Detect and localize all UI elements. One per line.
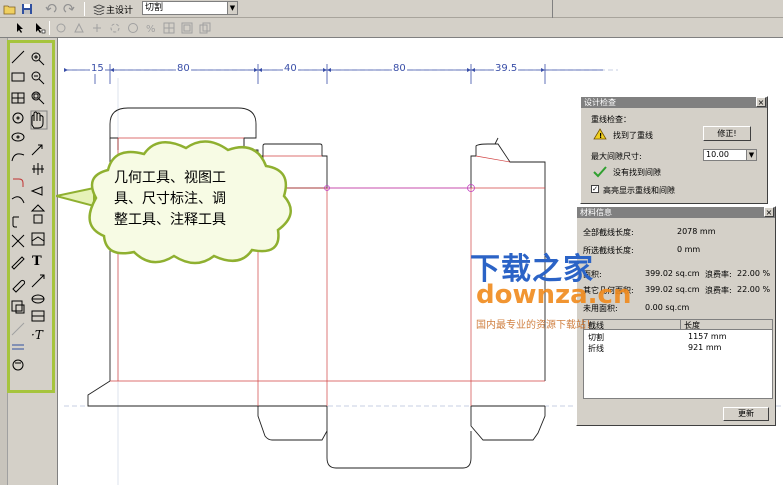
main-toolbar: 主设计 切割 ▼ <box>0 0 783 18</box>
svg-text:·T: ·T <box>31 328 44 342</box>
ungroup-icon[interactable] <box>72 21 86 35</box>
watermark-url-text: downza.cn <box>476 280 632 310</box>
checkmark-icon <box>593 166 607 178</box>
info-value: 399.02 sq.cm <box>645 285 700 294</box>
info-value: 0 mm <box>677 245 701 254</box>
watermark-slogan: 国内最专业的资源下载站！ <box>476 316 596 331</box>
update-button[interactable]: 更新 <box>723 407 769 421</box>
watermark-slogan-text: 国内最专业的资源下载站！ <box>476 320 596 331</box>
select-arrow-icon[interactable] <box>13 21 27 35</box>
info-value: 0.00 sq.cm <box>645 303 690 312</box>
overlap-status: 找到了重线 <box>613 131 653 140</box>
save-icon[interactable] <box>20 2 34 16</box>
close-icon[interactable]: × <box>756 97 766 107</box>
undo-icon[interactable] <box>44 2 58 16</box>
material-info-title: 材料信息 × <box>577 207 775 218</box>
svg-text:%: % <box>146 24 156 34</box>
rotate-icon[interactable] <box>108 21 122 35</box>
tool-palette: T ·T <box>7 40 55 393</box>
watermark-url: downza.cn <box>476 280 631 310</box>
close-icon[interactable]: × <box>764 207 774 217</box>
weld-icon[interactable] <box>90 21 104 35</box>
table-row[interactable]: 切割 1157 mm <box>584 332 772 342</box>
layer-select[interactable]: 切割 ▼ <box>142 1 238 15</box>
info-value: 22.00 % <box>737 285 771 294</box>
table-header: 截线 长度 <box>584 320 772 330</box>
chevron-down-icon: ▼ <box>746 150 756 160</box>
info-label: 全部截线长度: <box>583 228 634 237</box>
annotation-callout: 几何工具、视图工 具、尺寸标注、调 整工具、注释工具 <box>56 138 296 268</box>
frame-icon[interactable] <box>180 21 194 35</box>
design-check-title-text: 设计检查 <box>584 98 616 107</box>
dimension-label: 15 <box>90 63 105 74</box>
chevron-down-icon: ▼ <box>227 2 237 14</box>
edit-toolbar: % <box>0 18 783 38</box>
table-cell: 折线 <box>588 344 604 353</box>
grid-icon[interactable] <box>162 21 176 35</box>
max-gap-label: 最大间隙尺寸: <box>591 152 642 161</box>
max-gap-select[interactable]: 10.00 ▼ <box>703 149 757 161</box>
table-row[interactable]: 折线 921 mm <box>584 343 772 353</box>
material-info-title-text: 材料信息 <box>580 208 612 217</box>
dimension-label: 39.5 <box>494 63 519 74</box>
dimension-label: 80 <box>392 63 407 74</box>
callout-text-line: 整工具、注释工具 <box>114 212 226 228</box>
group-icon[interactable] <box>54 21 68 35</box>
gap-status: 没有找到间隙 <box>613 168 661 177</box>
info-value: 22.00 % <box>737 269 771 278</box>
svg-text:T: T <box>32 254 42 269</box>
table-cell: 切割 <box>588 333 604 342</box>
layer-select-value: 切割 <box>145 3 164 13</box>
column-header: 长度 <box>684 321 700 330</box>
copy-icon[interactable] <box>198 21 212 35</box>
redo-icon[interactable] <box>62 2 76 16</box>
info-label: 浪费率: <box>705 286 732 295</box>
tool-palette-icons: T ·T <box>11 50 48 371</box>
info-value: 2078 mm <box>677 227 716 236</box>
node-select-icon[interactable] <box>33 21 47 35</box>
circle-tool-icon[interactable] <box>126 21 140 35</box>
callout-text-line: 具、尺寸标注、调 <box>114 191 226 207</box>
highlight-checkbox[interactable]: ✓ <box>591 185 599 193</box>
dimension-label: 40 <box>283 63 298 74</box>
overlap-label: 重线检查： <box>591 115 631 124</box>
layers-icon[interactable] <box>92 2 106 16</box>
design-check-title: 设计检查 × <box>581 97 767 108</box>
info-value: 399.02 sq.cm <box>645 269 700 278</box>
line-length-table[interactable]: 截线 长度 切割 1157 mm 折线 921 mm <box>583 319 773 399</box>
svg-text:!: ! <box>599 132 602 140</box>
open-folder-icon[interactable] <box>3 2 17 16</box>
table-cell: 921 mm <box>688 343 722 352</box>
warning-icon: ! <box>593 128 607 140</box>
table-cell: 1157 mm <box>688 332 727 341</box>
highlight-checkbox-label: 高亮显示重线和间隙 <box>603 186 675 195</box>
design-check-panel: 设计检查 × 重线检查： ! 找到了重线 修正! 最大间隙尺寸: 10.00 ▼… <box>580 96 768 204</box>
material-info-panel: 材料信息 × 全部截线长度: 2078 mm 所选截线长度: 0 mm 面积: … <box>576 206 776 426</box>
callout-text-line: 几何工具、视图工 <box>114 170 226 186</box>
max-gap-value: 10.00 <box>706 150 729 159</box>
dimension-label: 80 <box>176 63 191 74</box>
fix-button[interactable]: 修正! <box>703 126 751 141</box>
main-design-label[interactable]: 主设计 <box>106 3 133 16</box>
percent-icon[interactable]: % <box>144 21 158 35</box>
info-label: 浪费率: <box>705 270 732 279</box>
